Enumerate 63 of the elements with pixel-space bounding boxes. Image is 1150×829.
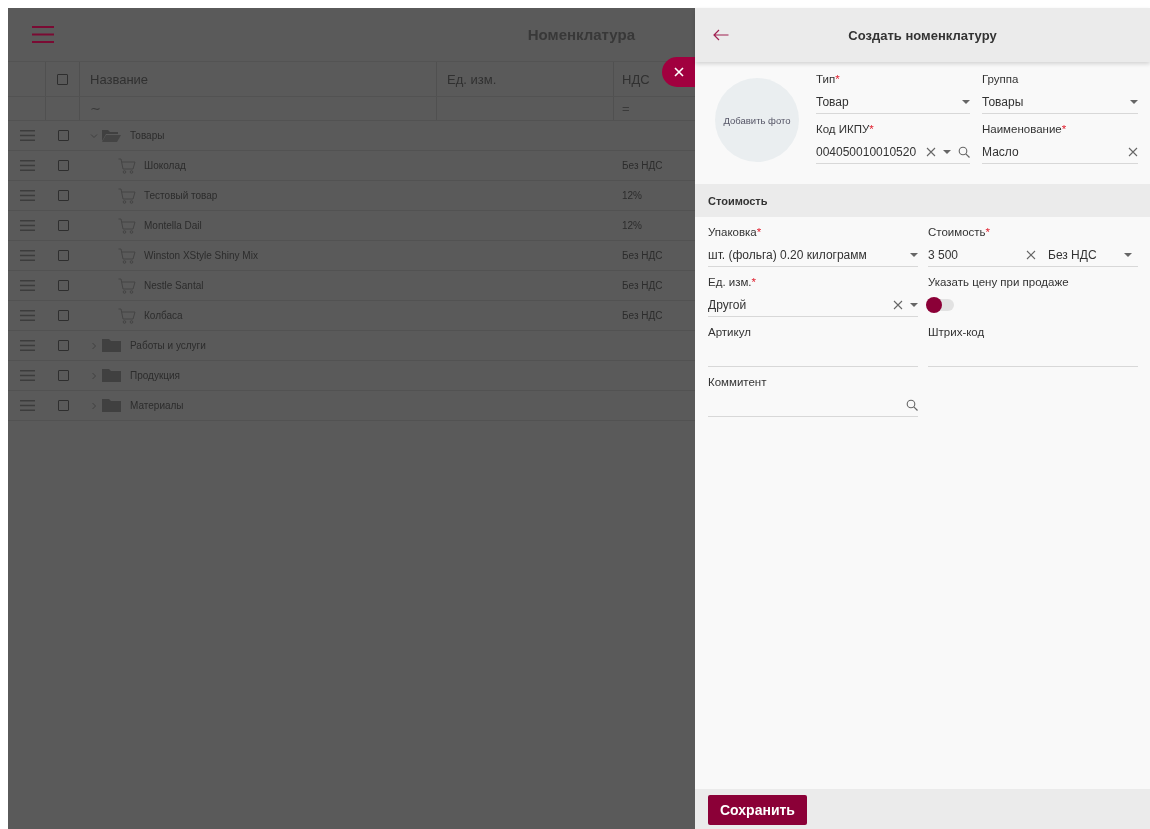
checkbox[interactable]: [57, 160, 69, 171]
menu-icon[interactable]: [32, 26, 54, 43]
caret-icon[interactable]: [962, 99, 970, 104]
field-label: Упаковка*: [708, 226, 763, 240]
checkbox[interactable]: [57, 370, 69, 381]
back-arrow-icon[interactable]: [713, 29, 729, 41]
caret-icon[interactable]: [943, 149, 951, 154]
text-field[interactable]: Масло: [982, 140, 1138, 164]
select-field[interactable]: 004050010010520: [816, 140, 970, 164]
field-label: Стоимость*: [928, 226, 992, 240]
field-label: Ед. изм.*: [708, 276, 758, 290]
select-field[interactable]: шт. (фольга) 0.20 килограмм: [708, 243, 918, 267]
checkbox[interactable]: [57, 310, 69, 321]
field-label: Штрих-код: [928, 326, 986, 340]
checkbox[interactable]: [57, 400, 69, 411]
drag-handle-icon[interactable]: [19, 400, 35, 411]
toggle-switch[interactable]: [928, 299, 954, 311]
drag-handle-icon[interactable]: [19, 370, 35, 381]
close-icon[interactable]: [673, 67, 684, 77]
drag-handle-icon[interactable]: [19, 250, 35, 261]
drag-handle-icon[interactable]: [19, 190, 35, 201]
drag-handle-icon[interactable]: [19, 280, 35, 291]
add-photo-button[interactable]: Добавить фото: [715, 78, 799, 162]
search-icon[interactable]: [906, 398, 918, 411]
select-field[interactable]: Товар: [816, 90, 970, 114]
panel-title: Создать номенклатуру: [848, 27, 997, 43]
clear-icon[interactable]: [1026, 249, 1036, 260]
clear-icon[interactable]: [926, 146, 936, 157]
save-button[interactable]: Сохранить: [708, 795, 807, 825]
caret-icon[interactable]: [1130, 99, 1138, 104]
checkbox[interactable]: [57, 190, 69, 201]
close-button[interactable]: [662, 57, 695, 87]
filter-operator[interactable]: =: [622, 101, 630, 116]
select-field[interactable]: Другой: [708, 293, 918, 317]
caret-icon[interactable]: [910, 302, 918, 307]
drag-handle-icon[interactable]: [19, 130, 35, 141]
field-label: Наименование*: [982, 123, 1068, 137]
search-icon[interactable]: [958, 145, 970, 158]
clear-icon[interactable]: [1128, 146, 1138, 157]
drag-handle-icon[interactable]: [19, 160, 35, 171]
checkbox[interactable]: [57, 250, 69, 261]
drag-handle-icon[interactable]: [19, 310, 35, 321]
checkbox[interactable]: [57, 340, 69, 351]
field-label: Коммитент: [708, 376, 768, 390]
drag-handle-icon[interactable]: [19, 220, 35, 231]
field-label: Тип*: [816, 73, 841, 87]
checkbox[interactable]: [57, 130, 69, 141]
field-label: Указать цену при продаже: [928, 276, 1070, 290]
caret-icon[interactable]: [1124, 252, 1132, 257]
checkbox[interactable]: [57, 280, 69, 291]
filter-operator[interactable]: ∼: [90, 101, 101, 116]
checkbox[interactable]: [57, 73, 68, 85]
caret-icon[interactable]: [910, 252, 918, 257]
section-header: Стоимость: [695, 184, 1150, 217]
field-label: Группа: [982, 73, 1020, 87]
clear-icon[interactable]: [893, 299, 903, 310]
select-field[interactable]: Без НДС: [1048, 243, 1138, 267]
select-field[interactable]: Товары: [982, 90, 1138, 114]
text-field[interactable]: 3 500: [928, 243, 1048, 267]
field-label: Код ИКПУ*: [816, 123, 875, 137]
field-label: Артикул: [708, 326, 752, 340]
drag-handle-icon[interactable]: [19, 340, 35, 351]
checkbox[interactable]: [57, 220, 69, 231]
